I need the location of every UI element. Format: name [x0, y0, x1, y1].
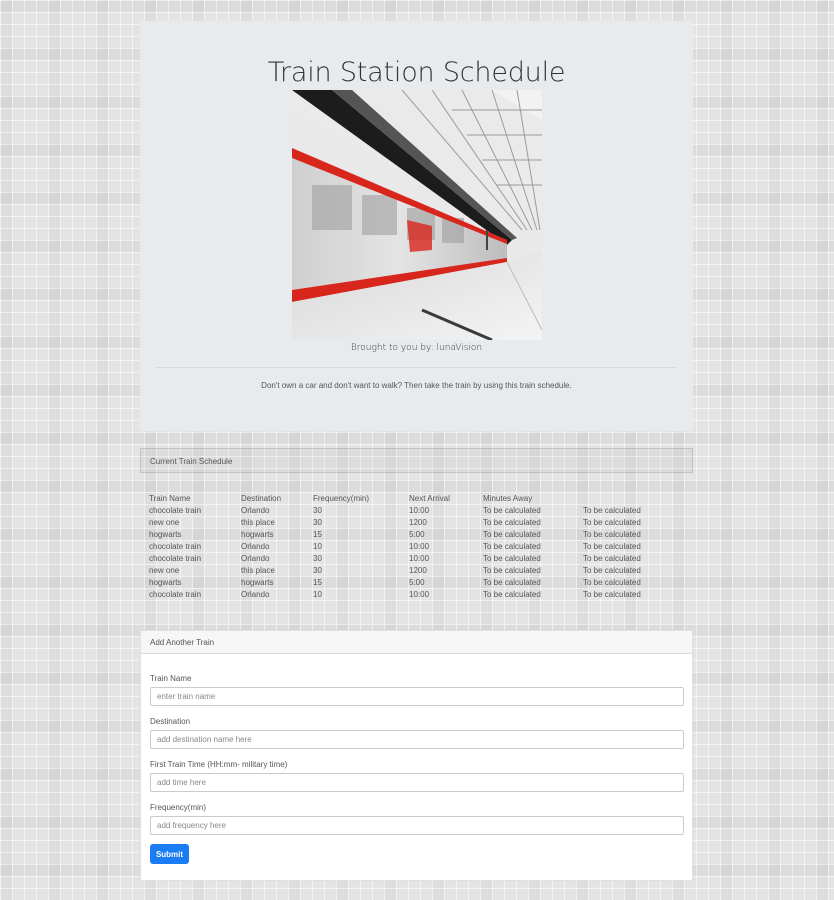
cell-minutes-away: To be calculated: [483, 553, 541, 563]
cell-minutes-away: To be calculated: [483, 517, 541, 527]
first-train-time-input[interactable]: [150, 773, 684, 792]
cell-extra: To be calculated: [583, 589, 641, 599]
cell-minutes-away: To be calculated: [483, 577, 541, 587]
frequency-group: Frequency(min): [150, 803, 684, 835]
schedule-card-header: Current Train Schedule: [140, 448, 693, 473]
cell-train-name: hogwarts: [149, 529, 182, 539]
cell-minutes-away: To be calculated: [483, 541, 541, 551]
train-schedule-card: Current Train Schedule Train Name Destin…: [140, 448, 693, 608]
add-train-card: Add Another Train Train Name Destination…: [140, 630, 693, 881]
cell-destination: Orlando: [241, 589, 270, 599]
cell-frequency: 30: [313, 505, 322, 515]
train-schedule-table: Train Name Destination Frequency(min) Ne…: [149, 492, 663, 600]
column-header-train-name: Train Name: [149, 493, 191, 503]
schedule-rows: chocolate train Orlando 30 10:00 To be calcu…: [149, 504, 663, 600]
cell-destination: Orlando: [241, 553, 270, 563]
table-row: new one this place 30 1200 To be calculated T…: [149, 516, 663, 528]
table-row: hogwarts hogwarts 15 5:00 To be calculated To…: [149, 528, 663, 540]
cell-destination: Orlando: [241, 505, 270, 515]
destination-group: Destination: [150, 717, 684, 749]
submit-button[interactable]: Submit: [150, 844, 189, 864]
cell-next-arrival: 10:00: [409, 505, 430, 515]
frequency-input[interactable]: [150, 816, 684, 835]
cell-extra: To be calculated: [583, 505, 641, 515]
cell-train-name: chocolate train: [149, 589, 202, 599]
train-station-photo: [292, 90, 542, 340]
cell-train-name: new one: [149, 565, 180, 575]
cell-destination: this place: [241, 517, 275, 527]
cell-minutes-away: To be calculated: [483, 565, 541, 575]
cell-destination: hogwarts: [241, 577, 274, 587]
cell-next-arrival: 5:00: [409, 529, 425, 539]
cell-train-name: chocolate train: [149, 553, 202, 563]
cell-train-name: chocolate train: [149, 505, 202, 515]
cell-next-arrival: 10:00: [409, 541, 430, 551]
table-row: hogwarts hogwarts 15 5:00 To be calculated To…: [149, 576, 663, 588]
divider: [156, 367, 677, 368]
cell-extra: To be calculated: [583, 553, 641, 563]
cell-next-arrival: 10:00: [409, 553, 430, 563]
first-train-time-group: First Train Time (HH:mm- military time): [150, 760, 684, 792]
cell-minutes-away: To be calculated: [483, 505, 541, 515]
column-header-next-arrival: Next Arrival: [409, 493, 450, 503]
table-row: chocolate train Orlando 10 10:00 To be calcu…: [149, 588, 663, 600]
page-title: Train Station Schedule: [267, 57, 566, 88]
jumbotron: Train Station Schedule Brought to you by…: [140, 21, 693, 431]
cell-destination: Orlando: [241, 541, 270, 551]
cell-frequency: 15: [313, 577, 322, 587]
cell-train-name: chocolate train: [149, 541, 202, 551]
add-train-card-header: Add Another Train: [141, 631, 692, 654]
cell-frequency: 30: [313, 517, 322, 527]
train-name-label: Train Name: [150, 674, 192, 683]
cell-extra: To be calculated: [583, 529, 641, 539]
destination-input[interactable]: [150, 730, 684, 749]
cell-frequency: 15: [313, 529, 322, 539]
table-row: chocolate train Orlando 30 10:00 To be calcu…: [149, 552, 663, 564]
cell-extra: To be calculated: [583, 517, 641, 527]
train-name-group: Train Name: [150, 674, 684, 706]
cell-next-arrival: 5:00: [409, 577, 425, 587]
cell-extra: To be calculated: [583, 577, 641, 587]
cell-next-arrival: 1200: [409, 565, 427, 575]
column-header-extra: [583, 492, 663, 504]
cell-frequency: 10: [313, 589, 322, 599]
cell-frequency: 10: [313, 541, 322, 551]
cell-destination: hogwarts: [241, 529, 274, 539]
cell-minutes-away: To be calculated: [483, 589, 541, 599]
destination-label: Destination: [150, 717, 191, 726]
column-header-minutes-away: Minutes Away: [483, 493, 533, 503]
cell-minutes-away: To be calculated: [483, 529, 541, 539]
cell-destination: this place: [241, 565, 275, 575]
cell-next-arrival: 1200: [409, 517, 427, 527]
cell-extra: To be calculated: [583, 541, 641, 551]
cell-next-arrival: 10:00: [409, 589, 430, 599]
column-header-frequency: Frequency(min): [313, 493, 370, 503]
train-name-input[interactable]: [150, 687, 684, 706]
cell-frequency: 30: [313, 553, 322, 563]
table-header-row: Train Name Destination Frequency(min) Ne…: [149, 492, 663, 504]
first-train-time-label: First Train Time (HH:mm- military time): [150, 760, 288, 769]
byline: Brought to you by: lunaVision: [350, 343, 483, 353]
cell-train-name: hogwarts: [149, 577, 182, 587]
tagline: Don't own a car and don't want to walk? …: [261, 381, 572, 390]
column-header-destination: Destination: [241, 493, 282, 503]
table-row: chocolate train Orlando 30 10:00 To be calcu…: [149, 504, 663, 516]
frequency-label: Frequency(min): [150, 803, 207, 812]
table-row: chocolate train Orlando 10 10:00 To be calcu…: [149, 540, 663, 552]
cell-train-name: new one: [149, 517, 180, 527]
cell-extra: To be calculated: [583, 565, 641, 575]
cell-frequency: 30: [313, 565, 322, 575]
table-row: new one this place 30 1200 To be calculated T…: [149, 564, 663, 576]
